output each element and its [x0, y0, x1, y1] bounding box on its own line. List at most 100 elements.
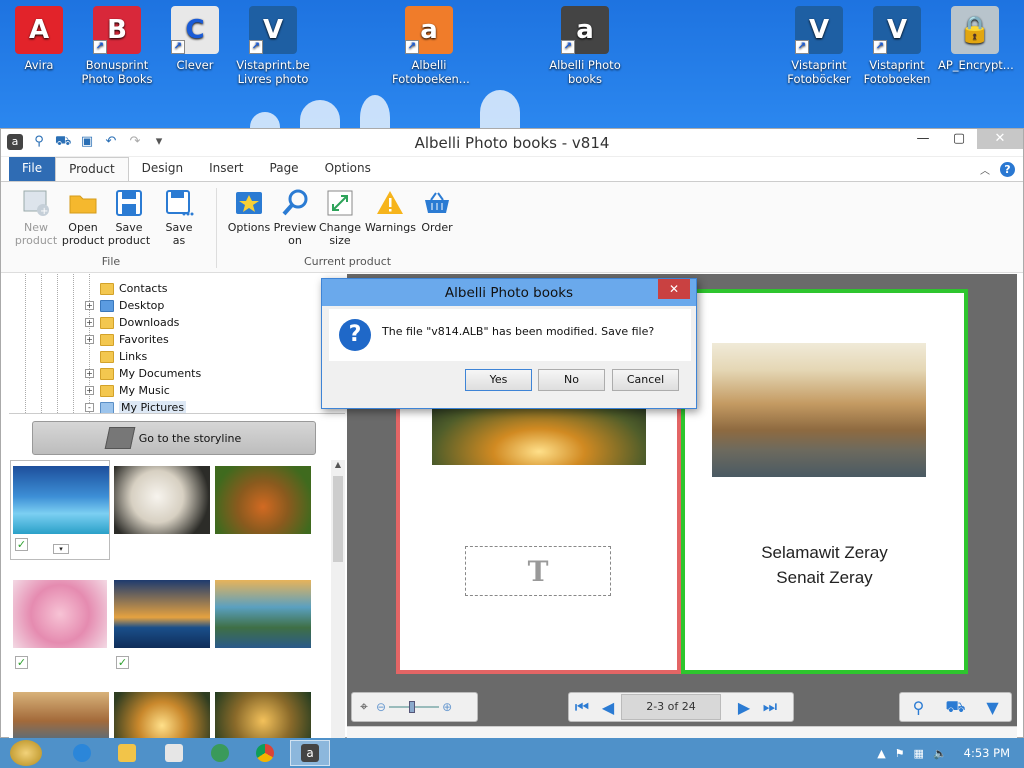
maximize-button[interactable]: ▢ [941, 129, 977, 149]
tree-item-contacts[interactable]: Contacts [85, 280, 168, 297]
search-icon[interactable]: ⚲ [906, 698, 932, 717]
page-photo-city[interactable] [712, 343, 926, 477]
tree-item-desktop[interactable]: + Desktop [85, 297, 164, 314]
clock[interactable]: 4:53 PM [964, 746, 1010, 760]
file-explorer-icon[interactable] [107, 740, 147, 766]
yes-button[interactable]: Yes [465, 369, 532, 391]
photo-thumbnail-forest[interactable] [215, 692, 311, 740]
photo-thumbnail-city[interactable] [13, 692, 109, 740]
minimize-button[interactable]: — [905, 129, 941, 149]
tree-item-links[interactable]: Links [85, 348, 147, 365]
photo-thumbnail-fox[interactable] [215, 466, 311, 534]
order-button[interactable]: Order [415, 188, 459, 234]
ribbon-group-current-product: Options Preview on Change size Warnings … [225, 186, 470, 270]
warnings-button[interactable]: Warnings [365, 188, 416, 234]
network-tray-icon[interactable]: ▦ [914, 747, 924, 760]
first-page-icon[interactable]: ⏮ [569, 697, 595, 717]
dialog-close-button[interactable]: ✕ [658, 279, 690, 299]
zoom-slider-handle[interactable] [409, 701, 416, 713]
tree-item-my-documents[interactable]: + My Documents [85, 365, 201, 382]
chevron-down-icon[interactable]: ▾ [53, 544, 69, 554]
help-icon[interactable]: ? [1000, 162, 1015, 177]
ribbon-group-label-current-product: Current product [303, 255, 392, 268]
open-product-button[interactable]: Open product [61, 188, 105, 247]
desktop-icon[interactable]: C ↗ Clever [158, 6, 232, 72]
expand-icon[interactable]: + [85, 386, 94, 395]
scroll-up-icon[interactable]: ▲ [331, 460, 345, 469]
tab-design[interactable]: Design [129, 157, 196, 181]
photo-thumbnail-lion[interactable] [114, 466, 210, 534]
tree-item-downloads[interactable]: + Downloads [85, 314, 179, 331]
expand-icon[interactable]: + [85, 335, 94, 344]
save-as-button[interactable]: Save as [159, 188, 199, 247]
collapse-icon[interactable]: - [85, 403, 94, 412]
zoom-in-icon[interactable]: ⊕ [442, 700, 452, 714]
cancel-button[interactable]: Cancel [612, 369, 679, 391]
tab-options[interactable]: Options [312, 157, 384, 181]
collapse-ribbon-icon[interactable]: ︿ [980, 162, 990, 177]
desktop-icon[interactable]: a ↗ Albelli Photo books [548, 6, 622, 86]
tab-page[interactable]: Page [257, 157, 312, 181]
start-button[interactable] [10, 740, 42, 766]
photo-thumbnail-sunset-sea[interactable] [114, 580, 210, 648]
tree-item-favorites[interactable]: + Favorites [85, 331, 169, 348]
chrome-icon[interactable] [245, 740, 285, 766]
desktop-icon-label: Albelli Fotoboeken... [392, 58, 470, 86]
photo-thumbnail-wave[interactable] [114, 692, 210, 740]
tab-file[interactable]: File [9, 157, 56, 181]
text-icon: T [527, 554, 549, 588]
zoom-slider[interactable] [389, 701, 440, 713]
desktop-icon[interactable]: A Avira [2, 6, 76, 72]
go-to-storyline-button[interactable]: Go to the storyline [32, 421, 316, 455]
basket-icon [422, 188, 452, 218]
speaker-icon[interactable]: 🔈 [933, 747, 947, 760]
desktop-icon[interactable]: 🔒 AP_Encrypt... [938, 6, 1014, 72]
tree-item-my-music[interactable]: + My Music [85, 382, 170, 399]
photo-thumbnail-dolphins[interactable] [13, 466, 109, 534]
desktop-icon[interactable]: V ↗ Vistaprint.be Livres photo [236, 6, 310, 86]
change-size-button[interactable]: Change size [318, 188, 362, 247]
close-button[interactable]: ✕ [977, 129, 1023, 149]
workspace-toolbar: ⌖ ⊖ ⊕ ⏮ ◀ 2-3 of 24 ▶ ⏭ ⚲ ⛟ ▼ [347, 686, 1017, 726]
basket-icon[interactable]: ⛟ [943, 697, 969, 718]
tab-product[interactable]: Product [55, 157, 129, 181]
expand-icon[interactable]: + [85, 318, 94, 327]
next-page-icon[interactable]: ▶ [731, 698, 757, 717]
desktop-icon[interactable]: V ↗ Vistaprint Fotoboeken [860, 6, 934, 86]
desktop-icon[interactable]: V ↗ Vistaprint Fotoböcker [782, 6, 856, 86]
new-product-button[interactable]: + New product [14, 188, 58, 247]
shortcut-arrow-icon: ↗ [561, 40, 575, 54]
caption-line-2[interactable]: Senait Zeray [685, 568, 964, 588]
desktop-icon[interactable]: a ↗ Albelli Fotoboeken... [392, 6, 470, 86]
options-button[interactable]: Options [227, 188, 271, 234]
tab-insert[interactable]: Insert [196, 157, 256, 181]
chevron-up-icon[interactable]: ▲ [877, 747, 885, 760]
desktop-icon[interactable]: B ↗ Bonusprint Photo Books [80, 6, 154, 86]
previous-page-icon[interactable]: ◀ [595, 698, 621, 717]
photo-thumbnail-waterfall[interactable] [215, 580, 311, 648]
network-icon[interactable] [200, 740, 240, 766]
expand-icon[interactable]: + [85, 369, 94, 378]
notepad-icon[interactable] [154, 740, 194, 766]
zoom-out-icon[interactable]: ⊖ [376, 700, 386, 714]
fit-page-icon[interactable]: ⌖ [352, 699, 376, 715]
last-page-icon[interactable]: ⏭ [757, 697, 783, 717]
check-icon[interactable]: ✓ [15, 538, 28, 551]
no-button[interactable]: No [538, 369, 605, 391]
photo-scrollbar[interactable]: ▲ [331, 460, 345, 740]
tree-item-my-pictures[interactable]: - My Pictures [85, 399, 187, 413]
flag-icon[interactable]: ⚑ [895, 747, 905, 760]
preview-on-button[interactable]: Preview on [273, 188, 317, 247]
right-page[interactable]: Selamawit Zeray Senait Zeray [681, 289, 968, 674]
check-icon[interactable]: ✓ [116, 656, 129, 669]
expand-icon[interactable]: + [85, 301, 94, 310]
chevron-down-icon[interactable]: ▼ [980, 698, 1006, 717]
internet-explorer-icon[interactable] [62, 740, 102, 766]
save-product-button[interactable]: Save product [107, 188, 151, 247]
albelli-taskbar-icon[interactable]: a [290, 740, 330, 766]
scrollbar-thumb[interactable] [333, 476, 343, 562]
text-placeholder[interactable]: T [465, 546, 611, 596]
photo-thumbnail-blossoms[interactable] [13, 580, 107, 648]
caption-line-1[interactable]: Selamawit Zeray [685, 543, 964, 563]
check-icon[interactable]: ✓ [15, 656, 28, 669]
